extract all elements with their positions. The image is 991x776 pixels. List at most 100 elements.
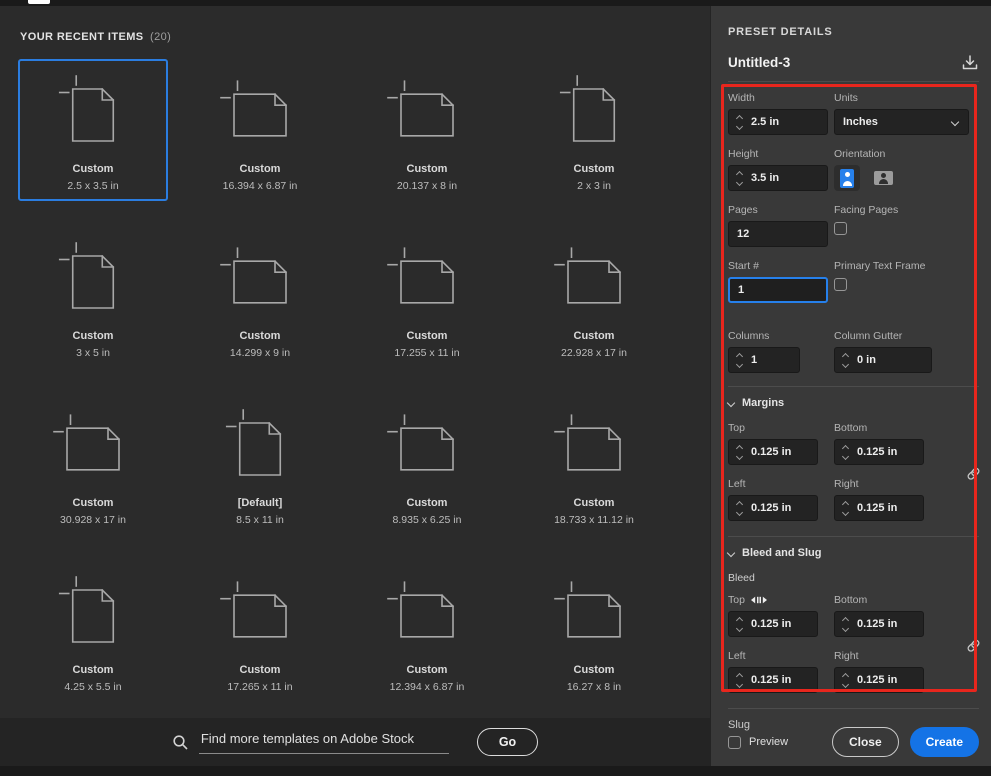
- template-item[interactable]: Custom 20.137 x 8 in: [352, 59, 502, 201]
- template-dims: 16.394 x 6.87 in: [223, 180, 298, 192]
- primary-text-frame-checkbox[interactable]: [834, 278, 847, 291]
- template-dims: 18.733 x 11.12 in: [554, 514, 634, 526]
- width-stepper[interactable]: [735, 116, 743, 129]
- template-item[interactable]: Custom 4.25 x 5.5 in: [18, 560, 168, 702]
- preview-toggle[interactable]: Preview: [728, 736, 788, 749]
- margin-top-label: Top: [728, 422, 834, 434]
- go-button[interactable]: Go: [477, 728, 538, 756]
- columns-field[interactable]: 1: [728, 347, 800, 373]
- template-item[interactable]: Custom 17.255 x 11 in: [352, 226, 502, 368]
- margin-bottom-stepper[interactable]: [841, 446, 849, 459]
- bleed-left-field[interactable]: 0.125 in: [728, 667, 818, 693]
- margins-section-header[interactable]: Margins: [728, 397, 979, 409]
- bleed-label: Bleed: [728, 572, 979, 584]
- save-preset-icon[interactable]: [961, 54, 979, 72]
- width-label: Width: [728, 92, 834, 104]
- bleed-link-icon[interactable]: [965, 637, 982, 654]
- margin-top-value: 0.125 in: [751, 446, 791, 458]
- divider: [728, 386, 979, 387]
- margin-right-stepper[interactable]: [841, 502, 849, 515]
- pages-value: 12: [737, 228, 749, 240]
- document-icon: [395, 403, 459, 491]
- bleed-top-field[interactable]: 0.125 in: [728, 611, 818, 637]
- margins-link-icon[interactable]: [965, 465, 982, 482]
- document-icon: [61, 403, 125, 491]
- template-item[interactable]: Custom 30.928 x 17 in: [18, 393, 168, 535]
- bleed-bottom-label: Bottom: [834, 594, 979, 606]
- facing-pages-label: Facing Pages: [834, 204, 979, 216]
- orientation-landscape-button[interactable]: [870, 165, 896, 191]
- document-icon: [395, 69, 459, 157]
- template-item[interactable]: [Default] 8.5 x 11 in: [185, 393, 335, 535]
- template-item[interactable]: Custom 22.928 x 17 in: [519, 226, 669, 368]
- pages-field[interactable]: 12: [728, 221, 828, 247]
- template-item[interactable]: Custom 16.27 x 8 in: [519, 560, 669, 702]
- margin-left-value: 0.125 in: [751, 502, 791, 514]
- template-name: Custom: [73, 163, 114, 175]
- preview-checkbox[interactable]: [728, 736, 741, 749]
- margin-top-stepper[interactable]: [735, 446, 743, 459]
- template-name: [Default]: [238, 497, 283, 509]
- bleed-left-stepper[interactable]: [735, 674, 743, 687]
- margins-group: Top 0.125 in Bottom 0.125 in Left 0.12: [728, 422, 979, 521]
- template-dims: 2.5 x 3.5 in: [67, 180, 118, 192]
- facing-pages-checkbox[interactable]: [834, 222, 847, 235]
- close-button[interactable]: Close: [832, 727, 899, 757]
- orientation-portrait-button[interactable]: [834, 165, 860, 191]
- orientation-label: Orientation: [834, 148, 979, 160]
- template-dims: 3 x 5 in: [76, 347, 110, 359]
- template-item[interactable]: Custom 12.394 x 6.87 in: [352, 560, 502, 702]
- bleed-right-stepper[interactable]: [841, 674, 849, 687]
- template-item[interactable]: Custom 2.5 x 3.5 in: [18, 59, 168, 201]
- template-item[interactable]: Custom 18.733 x 11.12 in: [519, 393, 669, 535]
- height-field[interactable]: 3.5 in: [728, 165, 828, 191]
- template-name: Custom: [407, 497, 448, 509]
- height-value: 3.5 in: [751, 172, 779, 184]
- template-item[interactable]: Custom 14.299 x 9 in: [185, 226, 335, 368]
- create-button[interactable]: Create: [910, 727, 979, 757]
- width-field[interactable]: 2.5 in: [728, 109, 828, 135]
- recent-items-title-text: YOUR RECENT ITEMS: [20, 31, 144, 43]
- template-name: Custom: [407, 163, 448, 175]
- column-gutter-label: Column Gutter: [834, 330, 979, 342]
- start-number-field[interactable]: 1: [728, 277, 828, 303]
- template-dims: 16.27 x 8 in: [567, 681, 621, 693]
- recent-items-section: YOUR RECENT ITEMS (20) Custom 2.5 x 3.5 …: [0, 6, 710, 718]
- document-icon: [395, 236, 459, 324]
- margin-bottom-field[interactable]: 0.125 in: [834, 439, 924, 465]
- columns-value: 1: [751, 354, 757, 366]
- preset-footer: Preview Close Create: [728, 727, 979, 757]
- bleed-right-field[interactable]: 0.125 in: [834, 667, 924, 693]
- document-name-field[interactable]: Untitled-3: [728, 51, 790, 74]
- bleed-top-stepper[interactable]: [735, 618, 743, 631]
- template-dims: 4.25 x 5.5 in: [64, 681, 121, 693]
- template-item[interactable]: Custom 16.394 x 6.87 in: [185, 59, 335, 201]
- template-name: Custom: [240, 163, 281, 175]
- height-stepper[interactable]: [735, 172, 743, 185]
- template-item[interactable]: Custom 8.935 x 6.25 in: [352, 393, 502, 535]
- column-gutter-field[interactable]: 0 in: [834, 347, 932, 373]
- template-item[interactable]: Custom 3 x 5 in: [18, 226, 168, 368]
- bleed-and-slug-section-header[interactable]: Bleed and Slug: [728, 547, 979, 559]
- units-select[interactable]: Inches: [834, 109, 969, 135]
- document-icon: [228, 69, 292, 157]
- margin-left-field[interactable]: 0.125 in: [728, 495, 818, 521]
- margin-right-label: Right: [834, 478, 979, 490]
- template-item[interactable]: Custom 17.265 x 11 in: [185, 560, 335, 702]
- margin-right-field[interactable]: 0.125 in: [834, 495, 924, 521]
- document-icon: [562, 403, 626, 491]
- preview-label: Preview: [749, 736, 788, 748]
- search-input[interactable]: [199, 731, 449, 754]
- chevron-down-icon: [951, 118, 959, 126]
- template-item[interactable]: Custom 2 x 3 in: [519, 59, 669, 201]
- column-gutter-stepper[interactable]: [841, 354, 849, 367]
- bleed-left-value: 0.125 in: [751, 674, 791, 686]
- bleed-bottom-field[interactable]: 0.125 in: [834, 611, 924, 637]
- template-name: Custom: [574, 497, 615, 509]
- margin-top-field[interactable]: 0.125 in: [728, 439, 818, 465]
- columns-stepper[interactable]: [735, 354, 743, 367]
- margin-left-stepper[interactable]: [735, 502, 743, 515]
- template-dims: 17.255 x 11 in: [394, 347, 459, 359]
- chevron-down-icon: [727, 549, 735, 557]
- bleed-bottom-stepper[interactable]: [841, 618, 849, 631]
